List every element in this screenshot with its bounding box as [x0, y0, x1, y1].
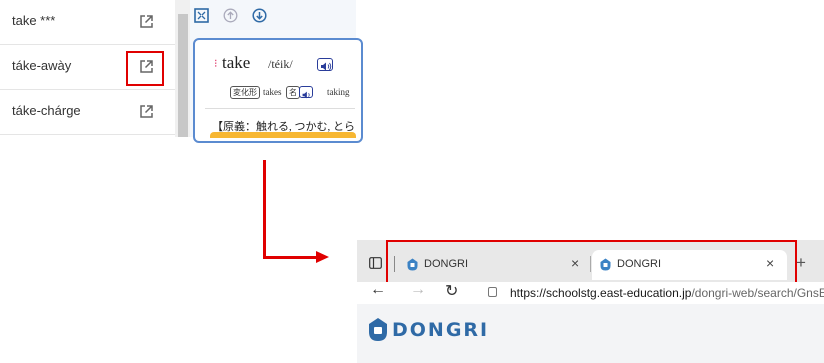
reload-icon[interactable]: ↻: [445, 281, 458, 301]
list-item[interactable]: táke-chárge: [0, 90, 175, 135]
divider: [205, 108, 355, 109]
highlight-box: [386, 240, 797, 286]
headword: take: [222, 53, 251, 72]
noun-tag: 名: [286, 86, 300, 99]
arrow-line: [263, 160, 266, 258]
new-tab-button[interactable]: +: [796, 253, 806, 273]
speaker-icon[interactable]: [317, 58, 333, 71]
dongri-logo-icon[interactable]: [368, 317, 388, 342]
pronunciation: /téik/: [268, 57, 293, 71]
url-host: https://schoolstg.east-education.jp: [510, 286, 692, 300]
inflection-form: takes: [263, 87, 282, 97]
list-item-label: táke-awày: [12, 58, 72, 73]
inflection-tag: 変化形: [230, 86, 260, 99]
speaker-icon[interactable]: [299, 86, 313, 99]
list-item-label: take ***: [12, 13, 56, 28]
highlight-box: [126, 51, 164, 86]
open-in-new-icon[interactable]: [139, 14, 154, 29]
scrollbar-thumb[interactable]: [178, 14, 188, 137]
headword-marker-icon: ⁝: [214, 58, 218, 70]
vertical-tabs-icon[interactable]: [369, 257, 382, 269]
address-bar[interactable]: https://schoolstg.east-education.jp/dong…: [510, 286, 824, 300]
arrow-head-icon: [316, 251, 329, 263]
expand-icon[interactable]: [194, 8, 209, 23]
arrow-line: [263, 256, 318, 259]
section-header-bar: [210, 132, 356, 138]
inflection-form: taking: [327, 87, 350, 97]
back-icon[interactable]: ←: [370, 281, 386, 299]
list-item-label: táke-chárge: [12, 103, 81, 118]
site-logo[interactable]: DONGRI: [392, 319, 489, 341]
forward-icon[interactable]: →: [410, 281, 426, 299]
arrow-down-circle-icon[interactable]: [252, 8, 267, 23]
site-info-icon[interactable]: [488, 287, 497, 297]
arrow-up-circle-icon[interactable]: [223, 8, 238, 23]
open-in-new-icon[interactable]: [139, 104, 154, 119]
url-path: /dongri-web/search/GnsEJ5: [691, 286, 824, 300]
list-item[interactable]: take ***: [0, 0, 175, 45]
